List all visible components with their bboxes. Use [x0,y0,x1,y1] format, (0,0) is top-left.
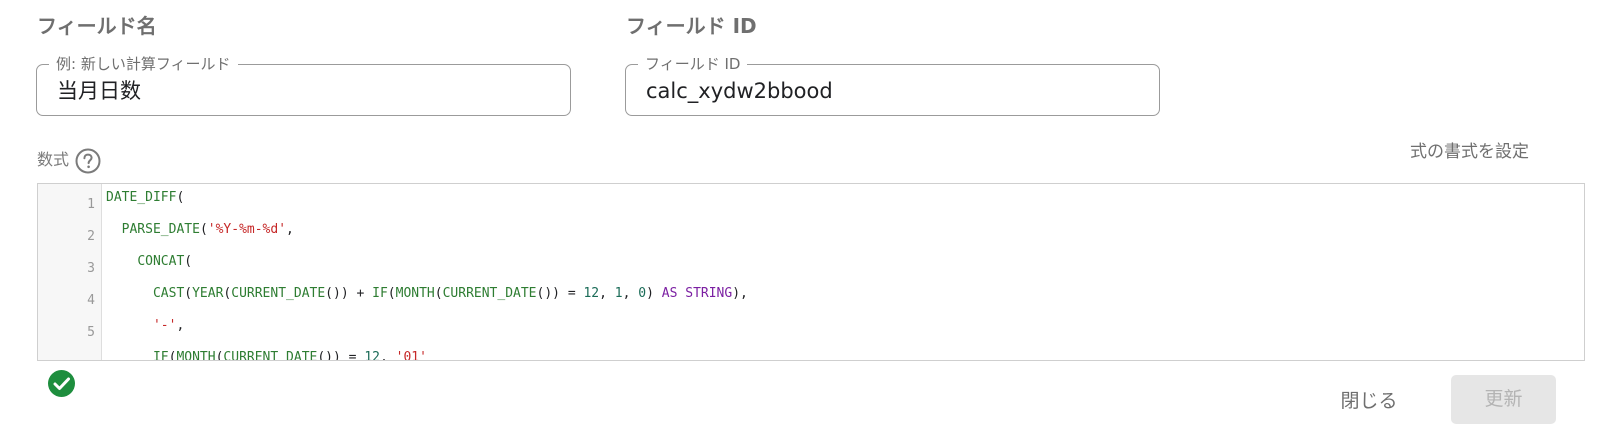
code-line[interactable]: IF(MONTH(CURRENT_DATE()) = 12, '01' [106,346,427,361]
code-function-token: CAST [152,286,185,301]
code-function-token: YEAR [192,286,224,301]
code-function-token: DATE_DIFF [106,190,177,205]
code-function-token: MONTH [176,350,216,361]
field-id-value[interactable]: calc_xydw2bbood [646,77,833,105]
field-name-title: フィールド名 [37,14,157,38]
field-name-placeholder: 例: 新しい計算フィールド [49,54,238,74]
update-button: 更新 [1451,375,1556,424]
check-circle-icon [48,370,75,397]
line-number-gutter: 1 2 3 4 5 [38,184,102,360]
field-name-value[interactable]: 当月日数 [57,77,141,105]
code-function-token: IF [152,350,169,361]
code-number-token: 12 [583,286,600,301]
code-line[interactable]: CAST(YEAR(CURRENT_DATE()) + IF(MONTH(CUR… [106,282,748,306]
code-text-token: ( [434,286,443,301]
code-text-token: ( [176,190,185,205]
code-function-token: IF [372,286,388,301]
code-string-token: '01' [395,350,427,361]
code-function-token: CURRENT_DATE [442,286,537,301]
code-text-token: ( [184,286,193,301]
field-id-input[interactable]: フィールド ID calc_xydw2bbood [625,54,1160,116]
code-function-token: CURRENT_DATE [231,286,326,301]
code-text-token: , [286,222,294,237]
code-text-token: ), [732,286,748,301]
line-number: 4 [87,293,95,308]
formula-label: 数式 [37,150,70,169]
code-function-token: CURRENT_DATE [223,350,318,361]
code-function-token: CONCAT [137,254,185,269]
close-button[interactable]: 閉じる [1326,379,1412,423]
code-line[interactable]: DATE_DIFF( [106,186,184,210]
field-id-label: フィールド ID [638,54,748,74]
code-string-token: '%Y-%m-%d' [207,222,287,237]
line-number: 1 [87,197,95,212]
help-icon[interactable] [75,148,101,174]
line-number: 3 [87,261,95,276]
code-text-token: ( [199,222,208,237]
field-name-input[interactable]: 例: 新しい計算フィールド 当月日数 [36,54,571,116]
code-line[interactable]: PARSE_DATE('%Y-%m-%d', [106,218,294,242]
code-number-token: 12 [364,350,380,361]
code-function-token: PARSE_DATE [121,222,200,237]
code-text-token: ()) = [317,350,365,361]
code-text-token: ) [646,286,662,301]
code-text-token: , [599,286,615,301]
formula-editor[interactable]: 1 2 3 4 5 DATE_DIFF( PARSE_DATE('%Y-%m-%… [37,183,1585,361]
field-id-title: フィールド ID [626,14,757,38]
code-text-token: ()) + [325,286,373,301]
code-text-token: , [622,286,639,301]
code-text-token: ( [184,254,193,269]
code-string-token: '-' [152,318,177,333]
code-keyword-token: AS STRING [661,286,733,301]
code-function-token: MONTH [395,286,435,301]
code-number-token: 1 [614,286,623,301]
code-number-token: 0 [638,286,647,301]
code-text-token: , [176,318,185,333]
format-formula-link[interactable]: 式の書式を設定 [1410,141,1529,163]
line-number: 2 [87,229,95,244]
code-line[interactable]: '-', [106,314,184,338]
code-text-token: ( [387,286,396,301]
line-number: 5 [87,325,95,340]
code-text-token: ()) = [536,286,584,301]
code-text-token: , [379,350,396,361]
code-line[interactable]: CONCAT( [106,250,192,274]
